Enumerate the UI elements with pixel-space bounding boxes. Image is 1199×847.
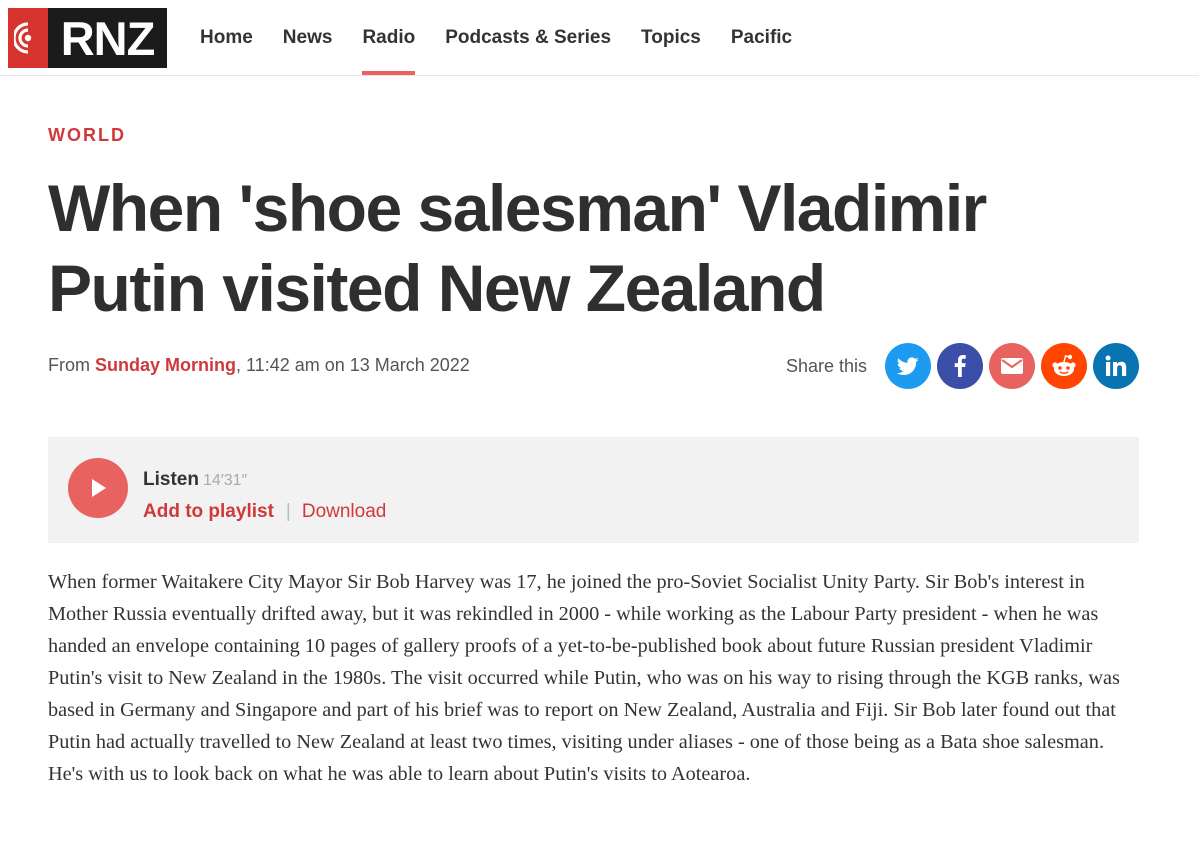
action-separator: | — [285, 501, 291, 522]
site-header: RNZ Home News Radio Podcasts & Series To… — [0, 0, 1199, 76]
play-icon — [92, 479, 106, 497]
twitter-share-button[interactable] — [885, 343, 931, 389]
audio-actions: Add to playlist | Download — [143, 501, 386, 523]
email-share-button[interactable] — [989, 343, 1035, 389]
share-bar: Share this — [786, 343, 1139, 389]
play-button[interactable] — [68, 458, 128, 518]
linkedin-icon — [1105, 355, 1127, 376]
section-label[interactable]: WORLD — [48, 125, 126, 146]
nav-radio[interactable]: Radio — [362, 0, 415, 76]
nav-pacific[interactable]: Pacific — [731, 0, 792, 76]
meta-datetime: , 11:42 am on 13 March 2022 — [236, 355, 470, 375]
facebook-icon — [954, 355, 966, 377]
twitter-icon — [897, 356, 919, 375]
nav-topics[interactable]: Topics — [641, 0, 701, 76]
audio-player: Listen 14′31″ Add to playlist | Download — [48, 437, 1139, 543]
listen-row: Listen 14′31″ — [143, 469, 247, 491]
meta-from: From — [48, 355, 95, 375]
rnz-logo[interactable]: RNZ — [8, 8, 167, 68]
logo-wordmark: RNZ — [48, 8, 167, 68]
reddit-share-button[interactable] — [1041, 343, 1087, 389]
article-body: When former Waitakere City Mayor Sir Bob… — [48, 571, 1120, 785]
rnz-signal-icon — [8, 8, 48, 68]
email-icon — [1001, 358, 1023, 374]
audio-duration: 14′31″ — [202, 472, 248, 489]
nav-news[interactable]: News — [283, 0, 333, 76]
add-to-playlist-link[interactable]: Add to playlist — [143, 501, 274, 522]
linkedin-share-button[interactable] — [1093, 343, 1139, 389]
programme-link[interactable]: Sunday Morning — [95, 355, 236, 375]
facebook-share-button[interactable] — [937, 343, 983, 389]
nav-home[interactable]: Home — [200, 0, 253, 76]
listen-label[interactable]: Listen — [143, 469, 199, 490]
article-headline: When 'shoe salesman' Vladimir Putin visi… — [48, 171, 987, 325]
nav-podcasts-series[interactable]: Podcasts & Series — [445, 0, 611, 76]
main-nav: Home News Radio Podcasts & Series Topics… — [200, 0, 822, 76]
reddit-icon — [1052, 354, 1076, 376]
article-meta: From Sunday Morning, 11:42 am on 13 Marc… — [48, 355, 470, 376]
share-label: Share this — [785, 355, 867, 376]
download-link[interactable]: Download — [302, 501, 387, 522]
